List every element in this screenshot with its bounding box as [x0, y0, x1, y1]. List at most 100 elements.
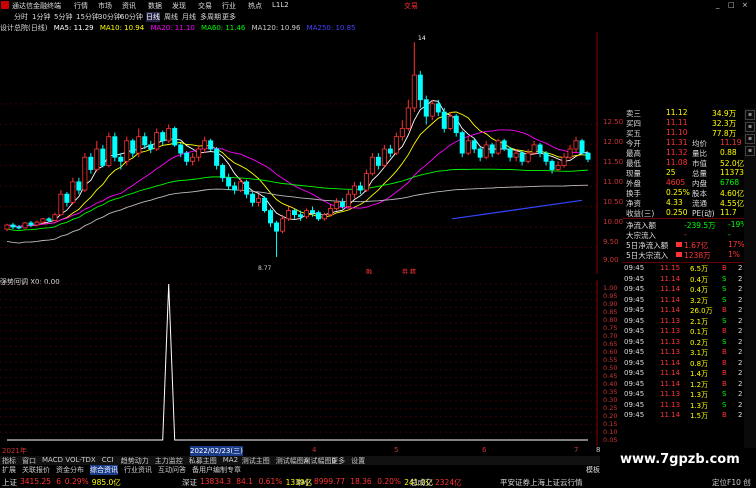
- period-fenshi[interactable]: 分时: [14, 12, 28, 22]
- menu-jiaoyi[interactable]: 交易: [198, 1, 212, 11]
- candlestick-chart[interactable]: 14 8.77 融 券 精: [0, 32, 600, 274]
- period-multi[interactable]: 多周期: [200, 12, 221, 22]
- quote-value: 4.33: [666, 198, 683, 207]
- candle-body: [292, 210, 298, 216]
- menu-shuju[interactable]: 数据: [148, 1, 162, 11]
- menu-redian[interactable]: 热点: [248, 1, 262, 11]
- index-field: 0.20%: [377, 477, 402, 486]
- index-field[interactable]: 上证: [2, 477, 17, 488]
- tick-cell: 11.14: [660, 285, 681, 293]
- axis-label: 11.00: [603, 178, 624, 186]
- side-button[interactable]: ▪: [745, 146, 755, 156]
- extension-tab[interactable]: 关联报价: [22, 465, 50, 475]
- tick-cell: 09:45: [624, 274, 645, 283]
- period-5min[interactable]: 5分钟: [54, 12, 72, 22]
- quote-label: 买五: [626, 129, 641, 138]
- quote-value: 0.250: [666, 208, 688, 217]
- minimize-icon[interactable]: _: [716, 1, 720, 9]
- tick-cell: 11.13: [660, 390, 681, 398]
- period-1min[interactable]: 1分钟: [32, 12, 50, 22]
- indicator-axis-label: 0.80: [603, 316, 618, 324]
- extension-tab[interactable]: 行业资讯: [124, 465, 152, 475]
- indicator-tab[interactable]: MACD: [42, 456, 63, 464]
- menu-l1l2[interactable]: L1L2: [272, 1, 289, 9]
- tick-cell: 2: [738, 327, 743, 335]
- tick-cell: 2: [738, 369, 743, 377]
- close-icon[interactable]: ×: [742, 1, 748, 9]
- axis-label: 9.50: [603, 238, 619, 246]
- menu-hangye[interactable]: 行业: [222, 1, 236, 11]
- period-monthly[interactable]: 月线: [182, 12, 196, 22]
- indicator-tab[interactable]: MA2: [223, 456, 238, 464]
- tick-cell: 2: [738, 411, 743, 419]
- side-button[interactable]: ▪: [745, 134, 755, 144]
- tick-cell: 0.2万: [690, 338, 709, 347]
- tick-row: 09:45 11.14 0.4万 S 2: [624, 275, 749, 284]
- indicator-chart[interactable]: [0, 280, 600, 446]
- tick-cell: 09:45: [624, 369, 645, 377]
- period-60min[interactable]: 60分钟: [120, 12, 143, 22]
- indicator-axis-label: 0.55: [603, 356, 618, 364]
- maximize-icon[interactable]: □: [728, 1, 735, 9]
- tick-cell: 09:45: [624, 390, 645, 398]
- tick-row: 09:45 11.13 0.1万 B 2: [624, 327, 749, 336]
- ma20-label: MA20: 11.10: [150, 24, 195, 32]
- app-logo-icon: [1, 1, 9, 9]
- quote-value: 32.3万: [712, 119, 737, 128]
- ma250-line: [451, 199, 583, 220]
- candle-body: [232, 185, 238, 191]
- index-field[interactable]: 总成交: [410, 477, 433, 488]
- axis-label: 9.00: [603, 256, 619, 264]
- indicator-axis-label: 0.40: [603, 380, 618, 388]
- period-30min[interactable]: 30分钟: [98, 12, 121, 22]
- quote-value: 4605: [666, 178, 686, 187]
- candle-body: [345, 193, 351, 207]
- tick-row: 09:45 11.13 3.1万 B 2: [624, 348, 749, 357]
- flow-label: 5日大宗流入: [626, 251, 669, 260]
- axis-label: 10.50: [603, 198, 624, 206]
- tick-cell: 0.4万: [690, 286, 709, 294]
- quote-label: 总量: [692, 169, 707, 178]
- index-field[interactable]: 深证: [182, 477, 197, 488]
- flow-value: -: [684, 230, 687, 239]
- news-ticker[interactable]: 平安证券上海上证云行情: [500, 477, 583, 488]
- index-field[interactable]: 中小: [296, 477, 311, 488]
- tick-row: 09:45 11.15 6.5万 B 2: [624, 264, 749, 273]
- side-button[interactable]: ▪: [745, 122, 755, 132]
- indicator-tab[interactable]: VOL-TDX: [65, 456, 95, 464]
- menu-shichang[interactable]: 市场: [98, 1, 112, 11]
- extension-tab[interactable]: 备用户编制专章: [192, 465, 241, 475]
- tick-cell: 11.14: [660, 379, 681, 388]
- tick-row: 09:45 11.14 1.5万 B 2: [624, 411, 749, 420]
- ma120-line: [6, 184, 589, 244]
- extension-tab[interactable]: 互动问答: [158, 465, 186, 475]
- tick-cell: S: [722, 337, 727, 346]
- extension-tab[interactable]: 扩展: [2, 465, 16, 475]
- quote-label: 均价: [692, 139, 707, 148]
- period-daily[interactable]: 日线: [146, 12, 160, 22]
- candle-body: [106, 136, 112, 166]
- trade-button[interactable]: 交易: [404, 1, 418, 11]
- flow-bar: [676, 252, 682, 257]
- candle-body: [208, 140, 214, 150]
- extension-tab[interactable]: 综合资讯: [90, 465, 118, 475]
- extension-tab[interactable]: 资金分布: [56, 465, 84, 475]
- period-more[interactable]: 更多: [222, 12, 236, 22]
- candle-body: [537, 144, 543, 154]
- flow-label: 5日净流入额: [626, 241, 669, 250]
- period-15min[interactable]: 15分钟: [76, 12, 99, 22]
- indicator-axis-label: 1.00: [603, 284, 618, 292]
- side-button[interactable]: ▪: [745, 110, 755, 120]
- high-annotation: 14: [418, 35, 426, 42]
- indicator-axis-label: 0.05: [603, 436, 618, 444]
- tick-cell: 09:45: [624, 295, 645, 304]
- tick-cell: 09:45: [624, 411, 645, 419]
- indicator-tab[interactable]: CCI: [102, 456, 114, 464]
- candle-body: [363, 173, 369, 191]
- template-button[interactable]: 模板: [586, 465, 600, 475]
- menu-zixun[interactable]: 资讯: [122, 1, 136, 11]
- period-weekly[interactable]: 周线: [164, 12, 178, 22]
- candle-body: [321, 214, 327, 220]
- menu-hangqing[interactable]: 行情: [74, 1, 88, 11]
- menu-faxian[interactable]: 发现: [172, 1, 186, 11]
